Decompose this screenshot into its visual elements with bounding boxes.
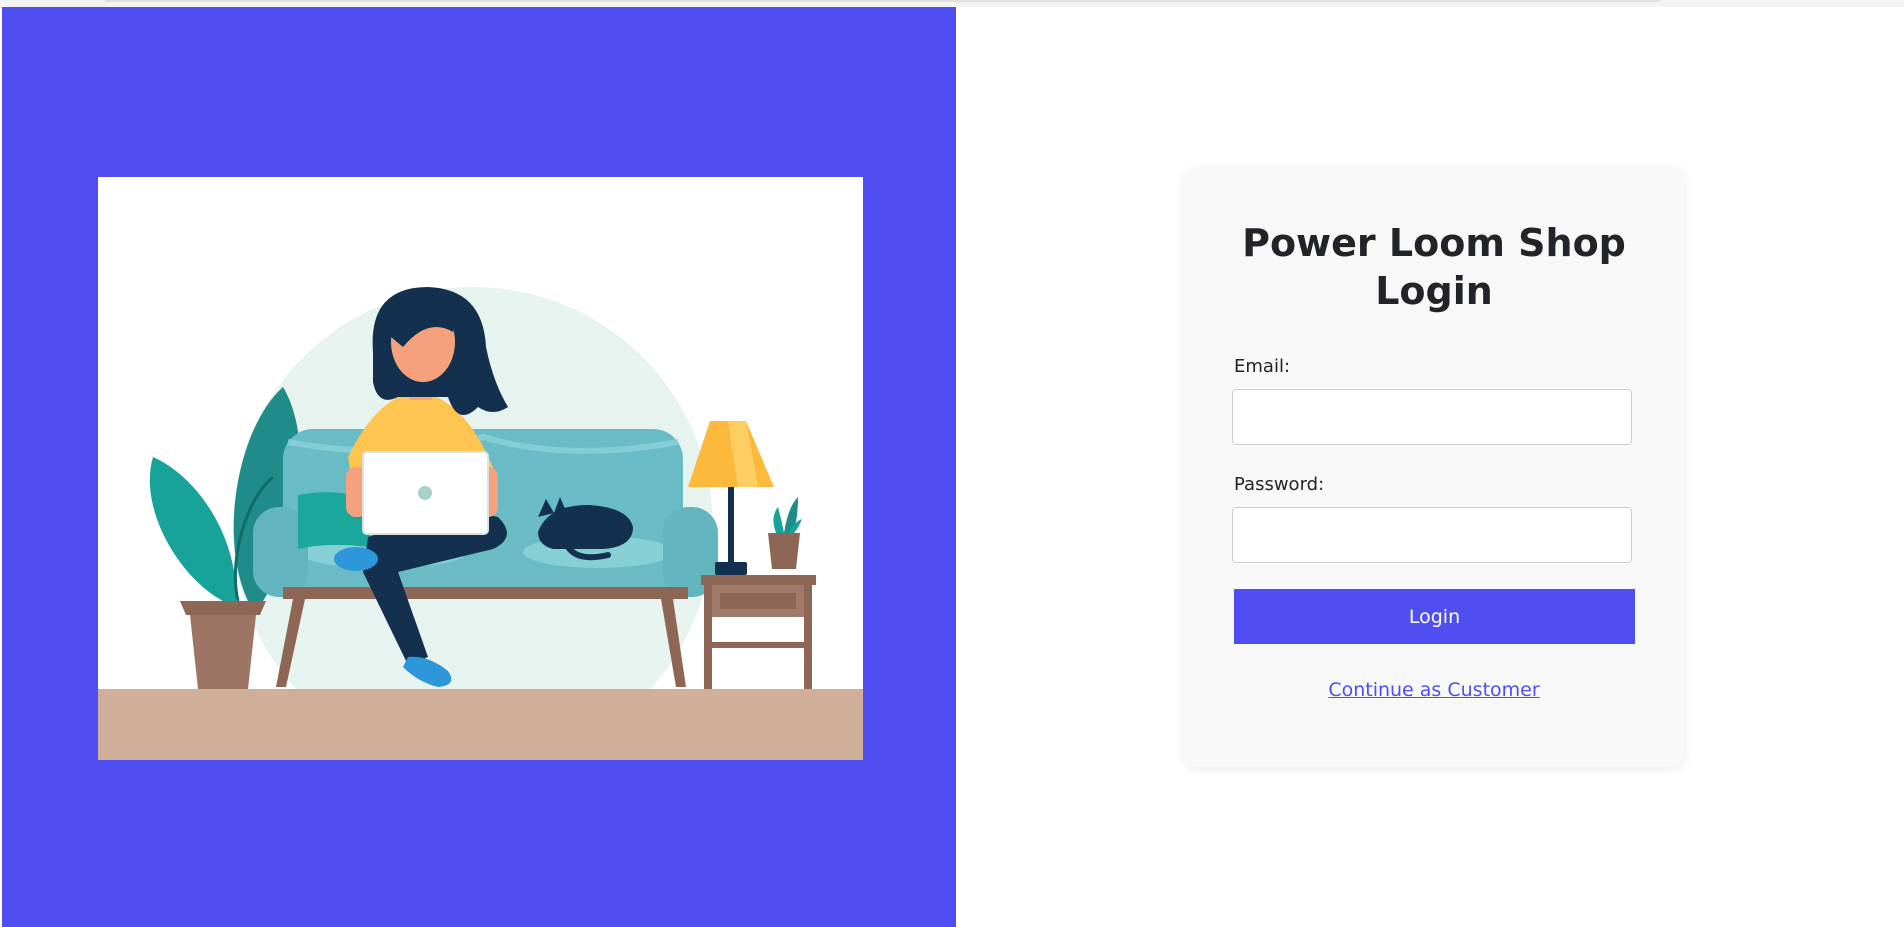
login-title: Power Loom Shop Login — [1242, 221, 1626, 313]
continue-as-customer-link[interactable]: Continue as Customer — [1183, 679, 1685, 701]
login-card: Power Loom Shop Login Email: Password: L… — [1183, 167, 1685, 767]
login-panel: Power Loom Shop Login Email: Password: L… — [956, 7, 1904, 927]
login-button[interactable]: Login — [1234, 589, 1635, 644]
password-label: Password: — [1234, 474, 1325, 495]
hero-illustration — [98, 177, 863, 760]
email-label: Email: — [1234, 356, 1291, 377]
hero-panel — [2, 7, 956, 927]
password-field[interactable] — [1232, 507, 1632, 563]
email-field[interactable] — [1232, 389, 1632, 445]
browser-address-strip — [105, 0, 1660, 2]
